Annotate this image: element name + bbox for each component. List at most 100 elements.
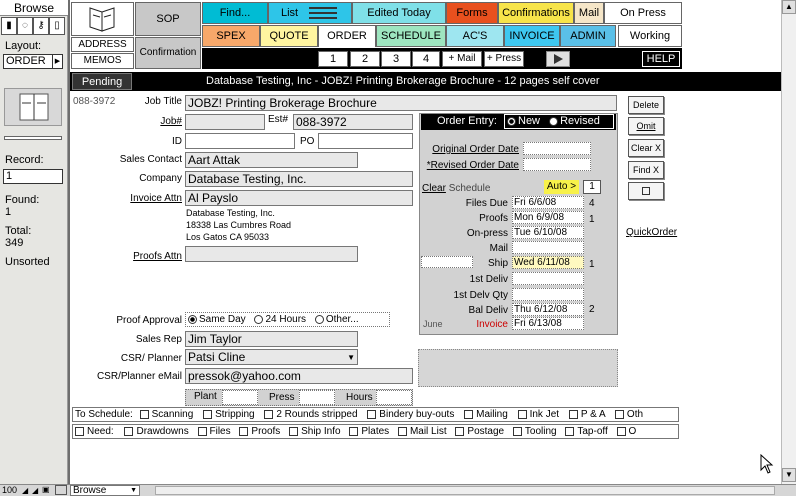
zoom-level[interactable]: 100 bbox=[2, 485, 17, 495]
same-day-radio[interactable] bbox=[188, 314, 197, 324]
mail-list-checkbox[interactable] bbox=[397, 426, 407, 436]
scroll-down-icon[interactable]: ▼ bbox=[782, 468, 796, 482]
onpress-field[interactable]: Tue 6/10/08 bbox=[512, 226, 584, 239]
invoice-attn-label[interactable]: Invoice Attn bbox=[90, 193, 182, 204]
new-radio[interactable] bbox=[507, 116, 516, 126]
list-button[interactable]: List bbox=[268, 2, 352, 24]
revised-order-date-field[interactable] bbox=[523, 158, 591, 171]
square-button[interactable] bbox=[628, 182, 664, 200]
page-2-button[interactable]: 2 bbox=[350, 51, 380, 67]
notes-box[interactable] bbox=[418, 349, 618, 387]
inkjet-checkbox[interactable] bbox=[517, 409, 527, 419]
page-1-button[interactable]: 1 bbox=[318, 51, 348, 67]
confirmations-button[interactable]: Confirmations bbox=[498, 2, 574, 24]
tooling-checkbox[interactable] bbox=[512, 426, 522, 436]
clear-link[interactable]: Clear bbox=[422, 183, 446, 194]
forms-button[interactable]: Forms bbox=[446, 2, 498, 24]
bal-deliv-field[interactable]: Thu 6/12/08 bbox=[512, 303, 584, 316]
need-checkbox[interactable] bbox=[75, 426, 84, 436]
stripping-checkbox[interactable] bbox=[203, 409, 213, 419]
job-field[interactable] bbox=[185, 114, 265, 130]
proofs-attn-field[interactable] bbox=[185, 246, 358, 262]
plus-press-button[interactable]: + Press bbox=[484, 51, 524, 67]
invoice-attn-field[interactable]: Al Payslo bbox=[185, 190, 413, 206]
horizontal-scrollbar[interactable] bbox=[155, 486, 775, 495]
omit-button[interactable]: Omit bbox=[628, 117, 664, 135]
address-button[interactable]: ADDRESS bbox=[71, 37, 134, 52]
lasso-tool-icon[interactable]: ◌ bbox=[17, 17, 33, 35]
on-press-button[interactable]: On Press bbox=[604, 2, 682, 24]
id-field[interactable] bbox=[185, 133, 295, 149]
bindery-checkbox[interactable] bbox=[367, 409, 377, 419]
revised-order-date-label[interactable]: *Revised Order Date bbox=[422, 160, 519, 171]
drawdowns-checkbox[interactable] bbox=[124, 426, 134, 436]
tab-schedule[interactable]: SCHEDULE bbox=[376, 25, 446, 47]
plus-mail-button[interactable]: + Mail bbox=[442, 51, 482, 67]
page-3-button[interactable]: 3 bbox=[381, 51, 411, 67]
book-navigator-icon[interactable] bbox=[4, 88, 62, 126]
working-button[interactable]: Working bbox=[618, 25, 682, 47]
job-title-field[interactable]: JOBZ! Printing Brokerage Brochure bbox=[185, 95, 617, 111]
proofs-attn-label[interactable]: Proofs Attn bbox=[90, 251, 182, 262]
ship-info-checkbox[interactable] bbox=[289, 426, 299, 436]
help-button[interactable]: HELP bbox=[642, 51, 680, 67]
auto-count[interactable]: 1 bbox=[583, 180, 601, 194]
mail-field[interactable] bbox=[512, 241, 584, 254]
hours-field[interactable] bbox=[376, 390, 412, 405]
postage-checkbox[interactable] bbox=[455, 426, 465, 436]
clear-x-button[interactable]: Clear X bbox=[628, 139, 664, 157]
zoom-in-icon[interactable]: ◢ bbox=[32, 486, 38, 495]
mode-select[interactable]: Browse ▼ bbox=[70, 485, 140, 496]
layout-toggle-icon[interactable] bbox=[55, 485, 67, 495]
est-field[interactable]: 088-3972 bbox=[293, 114, 413, 130]
sales-rep-field[interactable]: Jim Taylor bbox=[185, 331, 358, 347]
csr-select[interactable]: Patsi Cline ▼ bbox=[185, 349, 358, 365]
status-toggle-icon[interactable]: ▣ bbox=[42, 485, 50, 494]
pa-checkbox[interactable] bbox=[568, 409, 578, 419]
original-order-date-label[interactable]: Original Order Date bbox=[422, 144, 519, 155]
job-label[interactable]: Job# bbox=[110, 116, 182, 127]
edited-today-button[interactable]: Edited Today bbox=[352, 2, 446, 24]
first-deliv-field[interactable] bbox=[512, 272, 584, 285]
key-tool-icon[interactable]: ⚷ bbox=[33, 17, 49, 35]
sop-button[interactable]: SOP bbox=[135, 2, 201, 36]
company-field[interactable]: Database Testing, Inc. bbox=[185, 171, 413, 187]
scanning-checkbox[interactable] bbox=[139, 409, 149, 419]
original-order-date-field[interactable] bbox=[523, 142, 591, 155]
first-deliv-qty-field[interactable] bbox=[512, 288, 584, 301]
record-input[interactable]: 1 bbox=[3, 169, 63, 184]
vertical-scrollbar[interactable]: ▲ ▼ bbox=[781, 0, 796, 484]
tab-quote[interactable]: QUOTE bbox=[260, 25, 318, 47]
revised-radio[interactable] bbox=[549, 116, 559, 126]
memos-button[interactable]: MEMOS bbox=[71, 53, 134, 69]
play-arrow-icon[interactable] bbox=[546, 51, 570, 67]
tab-admin[interactable]: ADMIN bbox=[560, 25, 616, 47]
other-need-checkbox[interactable] bbox=[616, 426, 626, 436]
browse-tool-icon[interactable]: ▮ bbox=[1, 17, 17, 35]
other-radio[interactable] bbox=[314, 314, 324, 324]
files-checkbox[interactable] bbox=[197, 426, 207, 436]
tapoff-checkbox[interactable] bbox=[565, 426, 575, 436]
ship-field[interactable]: Wed 6/11/08 bbox=[512, 256, 584, 269]
invoice-date-field[interactable]: Fri 6/13/08 bbox=[512, 317, 584, 330]
find-button[interactable]: Find... bbox=[202, 2, 268, 24]
tab-acs[interactable]: AC'S bbox=[446, 25, 504, 47]
page-tool-icon[interactable]: ▯ bbox=[49, 17, 65, 35]
two-rounds-checkbox[interactable] bbox=[264, 409, 274, 419]
record-slider[interactable] bbox=[4, 136, 62, 140]
page-4-button[interactable]: 4 bbox=[412, 51, 440, 67]
layout-select[interactable]: ORDER ▶ bbox=[3, 54, 63, 69]
po-field[interactable] bbox=[318, 133, 413, 149]
tab-invoice[interactable]: INVOICE bbox=[504, 25, 560, 47]
csr-email-field[interactable]: pressok@yahoo.com bbox=[185, 368, 413, 384]
mail-button[interactable]: Mail bbox=[574, 2, 604, 24]
auto-button[interactable]: Auto > bbox=[544, 180, 579, 194]
press-field[interactable] bbox=[299, 390, 335, 405]
scroll-up-icon[interactable]: ▲ bbox=[782, 0, 796, 14]
plates-checkbox[interactable] bbox=[349, 426, 359, 436]
main-menu-book-icon[interactable] bbox=[71, 2, 134, 36]
zoom-out-icon[interactable]: ◢ bbox=[22, 486, 28, 495]
confirmation-button[interactable]: Confirmation bbox=[135, 37, 201, 69]
plant-field[interactable] bbox=[222, 390, 258, 405]
delete-button[interactable]: Delete bbox=[628, 96, 664, 114]
